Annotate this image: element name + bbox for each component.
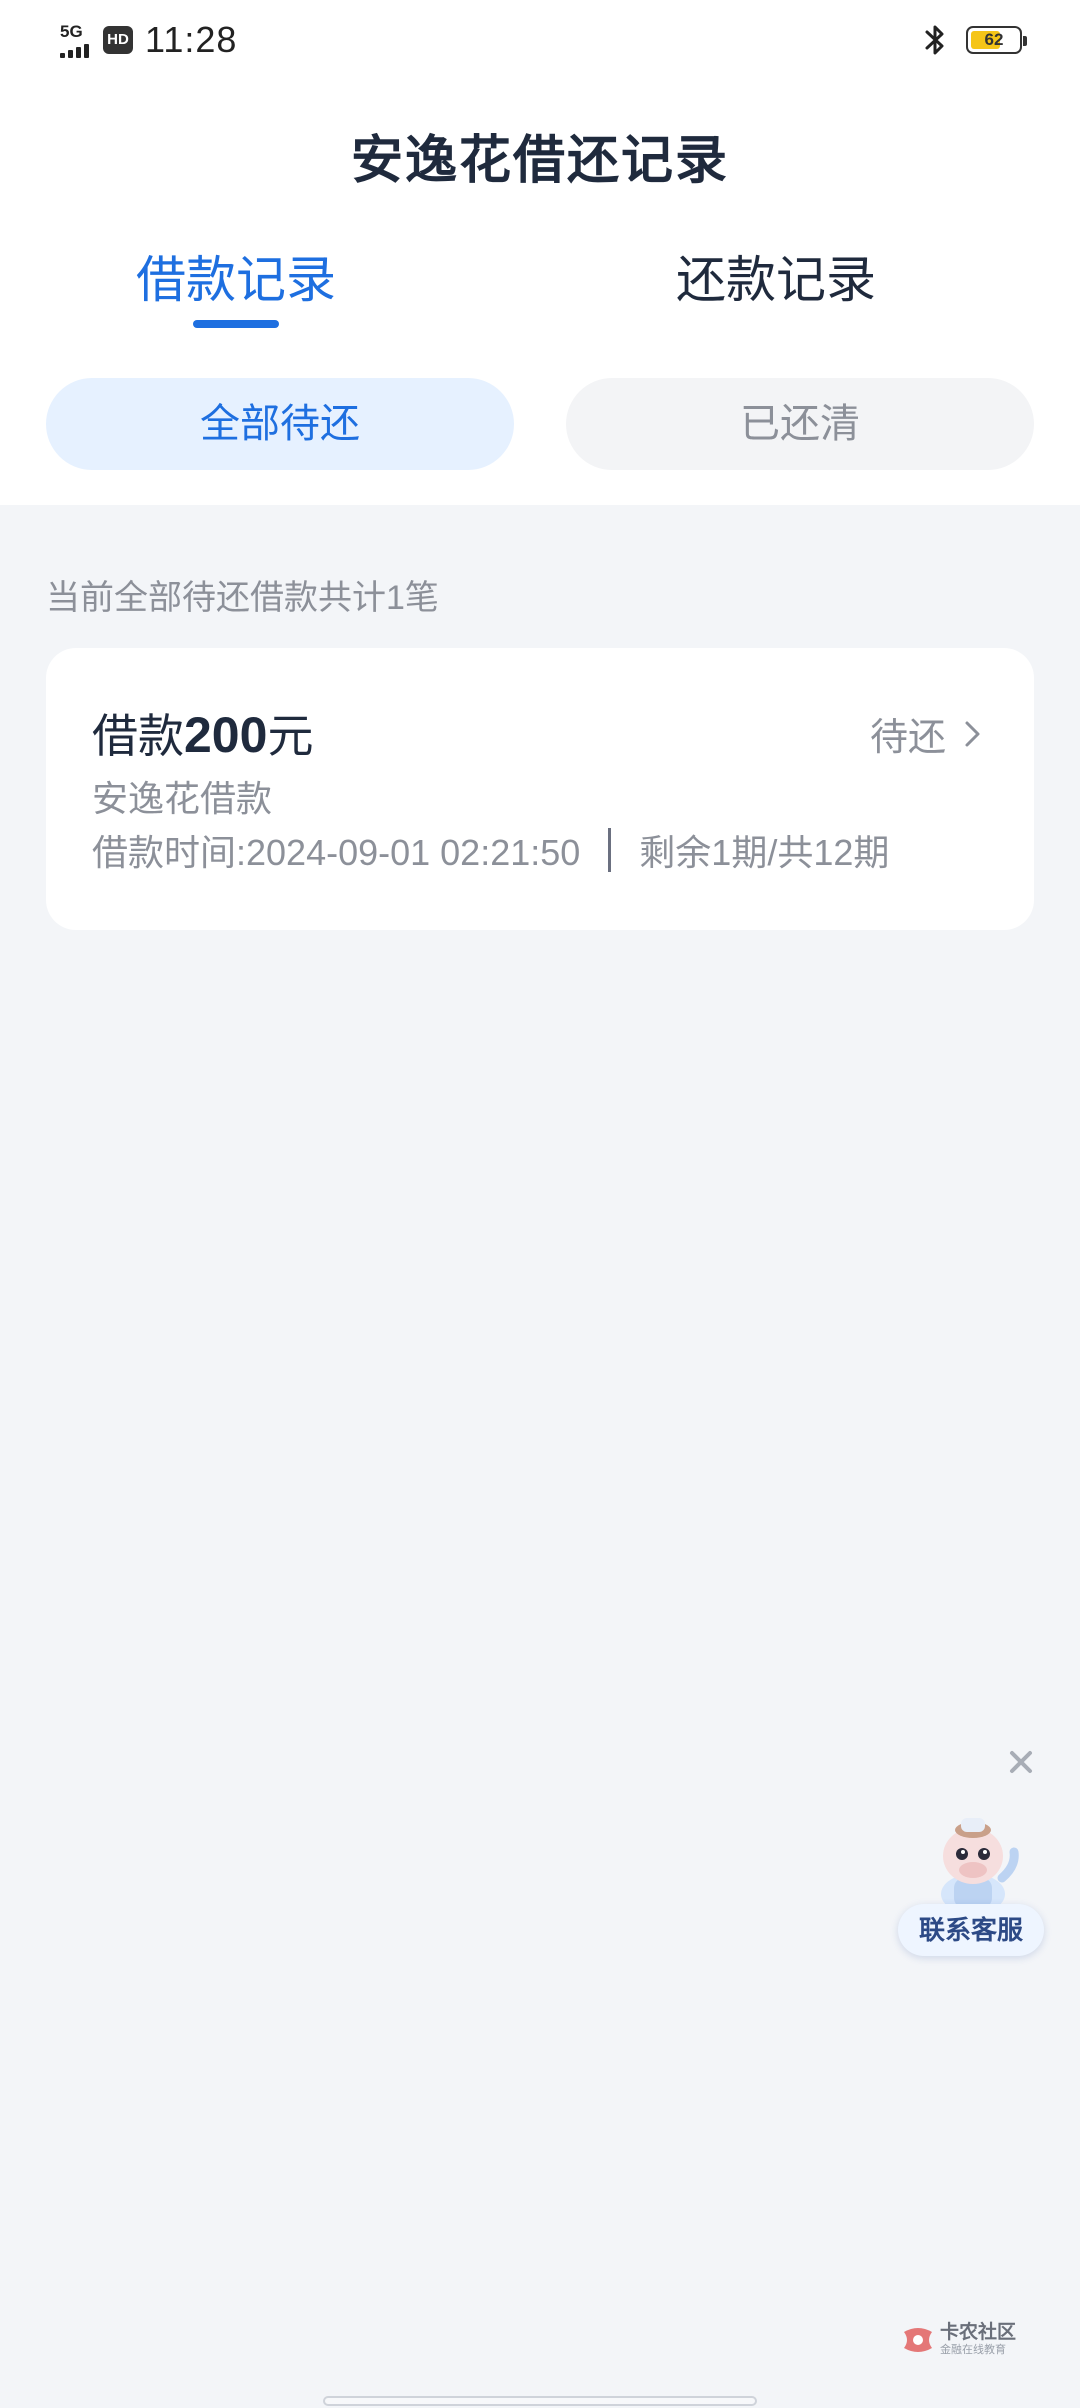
tab-loan-records[interactable]: 借款记录 — [86, 240, 386, 312]
home-indicator[interactable] — [323, 2396, 757, 2406]
loan-record-card[interactable]: 借款 200 元 待还 安逸花借款 借款时间:2024-09-01 02:21:… — [46, 648, 1034, 930]
filter-paid-off[interactable]: 已还清 — [566, 378, 1034, 470]
watermark-logo-icon — [904, 2328, 932, 2352]
loan-status-label: 待还 — [869, 717, 946, 759]
loan-time: 借款时间:2024-09-01 02:21:50 — [92, 832, 581, 873]
customer-service-label: 联系客服 — [898, 1904, 1044, 1956]
loan-amount-prefix: 借款 — [92, 710, 184, 762]
mascot-icon — [941, 1818, 1019, 1914]
chevron-right-icon — [965, 721, 980, 746]
status-bar: 5G HD 11:28 62 — [0, 0, 1080, 80]
filter-all-pending[interactable]: 全部待还 — [46, 378, 514, 470]
status-right: 62 — [922, 18, 1027, 62]
loan-amount-unit: 元 — [267, 710, 314, 762]
watermark-title: 卡农社区 — [940, 2322, 1017, 2343]
watermark-text: 卡农社区 金融在线教育 — [940, 2323, 1016, 2357]
close-icon[interactable] — [1007, 1748, 1035, 1776]
network-type: 5G — [60, 21, 83, 41]
loan-meta: 借款时间:2024-09-01 02:21:50 剩余1期/共12期 — [92, 824, 889, 876]
status-left: 5G HD 11:28 — [60, 18, 237, 62]
battery-level: 62 — [984, 30, 1004, 49]
signal-bars-icon — [60, 42, 89, 58]
meta-divider — [608, 828, 612, 872]
loan-installments: 剩余1期/共12期 — [639, 832, 890, 873]
customer-service-button[interactable]: 联系客服 — [898, 1808, 1046, 1958]
cellular-signal: 5G — [60, 23, 89, 58]
loan-amount: 借款 200 元 — [92, 700, 313, 766]
loan-amount-value: 200 — [184, 707, 268, 763]
battery-icon: 62 — [966, 26, 1027, 54]
record-tabs: 借款记录 还款记录 — [0, 240, 1080, 330]
status-time: 11:28 — [145, 19, 238, 60]
hd-badge: HD — [103, 26, 133, 54]
loan-product-name: 安逸花借款 — [92, 778, 273, 819]
pending-summary: 当前全部待还借款共计1笔 — [46, 579, 439, 617]
loan-status[interactable]: 待还 — [870, 706, 982, 761]
page-title: 安逸花借还记录 — [350, 132, 729, 190]
tab-repayment-records[interactable]: 还款记录 — [626, 240, 926, 312]
active-tab-indicator — [193, 320, 279, 328]
watermark: 卡农社区 金融在线教育 — [900, 2318, 1016, 2362]
bluetooth-icon — [925, 25, 944, 55]
watermark-subtitle: 金融在线教育 — [940, 2344, 1006, 2356]
